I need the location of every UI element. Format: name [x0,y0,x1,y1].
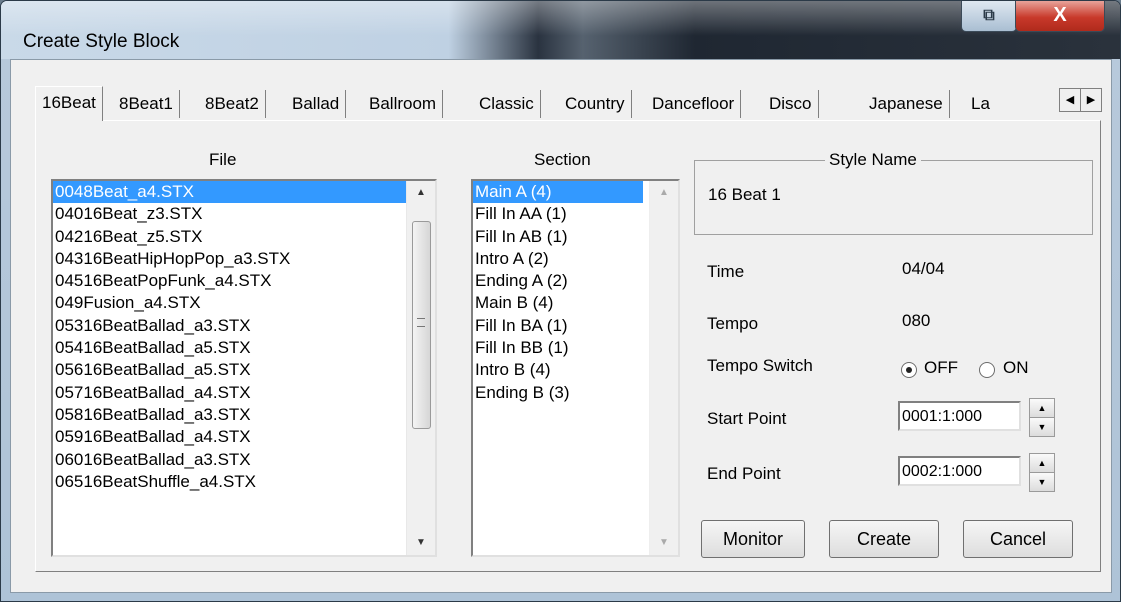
time-label: Time [707,262,745,281]
tab-scroll-right-button[interactable]: ▶ [1080,88,1102,112]
tab-scroll-arrows: ◀ ▶ [1059,88,1102,112]
time-value: 04/04 [902,259,945,278]
end-point-label: End Point [707,464,781,483]
file-list-item[interactable]: 05416BeatBallad_a5.STX [53,337,408,359]
cancel-button[interactable]: Cancel [963,520,1073,558]
grip-icon [417,318,425,327]
tab-strip: 16Beat 8Beat1 8Beat2 Ballad Ballroom Cla… [35,86,1099,121]
restore-icon: ⧉ [983,7,995,24]
section-list-item[interactable]: Main B (4) [473,292,643,314]
arrow-down-icon: ▼ [1037,422,1047,432]
arrow-up-icon: ▲ [416,187,426,198]
tab-8beat2[interactable]: 8Beat2 [199,90,266,118]
file-list-item[interactable]: 06516BeatShuffle_a4.STX [53,471,408,493]
file-list-item[interactable]: 04516BeatPopFunk_a4.STX [53,270,408,292]
end-point-spinner[interactable]: ▲ ▼ [1029,453,1055,492]
tempo-switch-on-radio[interactable] [979,362,995,378]
file-list-item[interactable]: 05916BeatBallad_a4.STX [53,426,408,448]
end-point-increment[interactable]: ▲ [1029,453,1055,473]
tab-disco[interactable]: Disco [763,90,819,118]
end-point-decrement[interactable]: ▼ [1029,472,1055,492]
style-name-value: 16 Beat 1 [708,185,781,204]
section-list-item[interactable]: Fill In AB (1) [473,226,643,248]
tab-japanese[interactable]: Japanese [863,90,950,118]
window-title: Create Style Block [23,31,180,52]
file-scrollbar[interactable]: ▲ ▼ [406,181,435,555]
scroll-down-button[interactable]: ▼ [407,531,435,555]
file-list-item[interactable]: 06016BeatBallad_a3.STX [53,449,408,471]
start-point-decrement[interactable]: ▼ [1029,417,1055,437]
close-icon: X [1053,4,1067,26]
end-point-input[interactable]: 0002:1:000 [898,456,1021,486]
file-list-item[interactable]: 04016Beat_z3.STX [53,203,408,225]
restore-button[interactable]: ⧉ [961,1,1017,32]
arrow-right-icon: ▶ [1086,94,1096,106]
section-list-item[interactable]: Fill In BB (1) [473,337,643,359]
file-list-item[interactable]: 0048Beat_a4.STX [53,181,408,204]
section-list-item[interactable]: Ending B (3) [473,382,643,404]
style-name-label: Style Name [825,150,921,170]
create-style-block-window: Create Style Block ⧉ X 16Beat 8Beat1 8Be… [0,0,1121,602]
file-list-item[interactable]: 05316BeatBallad_a3.STX [53,315,408,337]
arrow-left-icon: ◀ [1065,94,1075,106]
section-list-item[interactable]: Main A (4) [473,181,643,204]
tab-ballroom[interactable]: Ballroom [363,90,444,118]
file-label: File [209,150,237,169]
dialog-client-area: 16Beat 8Beat1 8Beat2 Ballad Ballroom Cla… [10,59,1112,593]
file-listbox[interactable]: 0048Beat_a4.STX 04016Beat_z3.STX 04216Beat… [51,179,437,557]
arrow-up-icon: ▲ [1037,403,1047,413]
file-list-item[interactable]: 05716BeatBallad_a4.STX [53,382,408,404]
close-button[interactable]: X [1015,1,1105,32]
scroll-up-button[interactable]: ▲ [407,181,435,205]
file-list-item[interactable]: 05816BeatBallad_a3.STX [53,404,408,426]
tempo-switch-label: Tempo Switch [707,356,813,375]
section-list-item[interactable]: Fill In BA (1) [473,315,643,337]
tempo-switch-off-radio[interactable] [901,362,917,378]
tempo-label: Tempo [707,314,759,333]
section-label: Section [534,150,591,169]
tempo-switch-off-label[interactable]: OFF [924,358,958,378]
scroll-down-button-disabled: ▼ [650,531,678,555]
title-bar[interactable]: Create Style Block ⧉ X [1,1,1120,59]
start-point-label: Start Point [707,409,787,428]
tempo-value: 080 [902,311,931,330]
section-listbox[interactable]: Main A (4) Fill In AA (1) Fill In AB (1) In… [471,179,680,557]
arrow-up-icon: ▲ [659,187,669,198]
tab-16beat[interactable]: 16Beat [35,86,103,121]
section-list-item[interactable]: Intro B (4) [473,359,643,381]
file-list-item[interactable]: 049Fusion_a4.STX [53,292,408,314]
tab-classic[interactable]: Classic [473,90,541,118]
tempo-switch-on-label[interactable]: ON [1003,358,1029,378]
scroll-up-button-disabled: ▲ [650,181,678,205]
section-scrollbar: ▲ ▼ [649,181,678,555]
start-point-spinner[interactable]: ▲ ▼ [1029,398,1055,437]
create-button[interactable]: Create [829,520,939,558]
start-point-input[interactable]: 0001:1:000 [898,401,1021,431]
section-list-item[interactable]: Intro A (2) [473,248,643,270]
tab-dancefloor[interactable]: Dancefloor [646,90,742,118]
tab-la[interactable]: La [965,90,993,118]
tab-ballad[interactable]: Ballad [286,90,347,118]
file-list-item[interactable]: 04216Beat_z5.STX [53,226,408,248]
arrow-down-icon: ▼ [1037,477,1047,487]
section-list-item[interactable]: Ending A (2) [473,270,643,292]
arrow-down-icon: ▼ [659,537,669,548]
tab-8beat1[interactable]: 8Beat1 [113,90,180,118]
monitor-button[interactable]: Monitor [701,520,805,558]
file-scroll-thumb[interactable] [412,221,431,429]
start-point-increment[interactable]: ▲ [1029,398,1055,418]
file-list-item[interactable]: 05616BeatBallad_a5.STX [53,359,408,381]
section-list-item[interactable]: Fill In AA (1) [473,203,643,225]
tab-country[interactable]: Country [559,90,632,118]
arrow-down-icon: ▼ [416,537,426,548]
arrow-up-icon: ▲ [1037,458,1047,468]
tab-scroll-left-button[interactable]: ◀ [1059,88,1081,112]
file-list-item[interactable]: 04316BeatHipHopPop_a3.STX [53,248,408,270]
